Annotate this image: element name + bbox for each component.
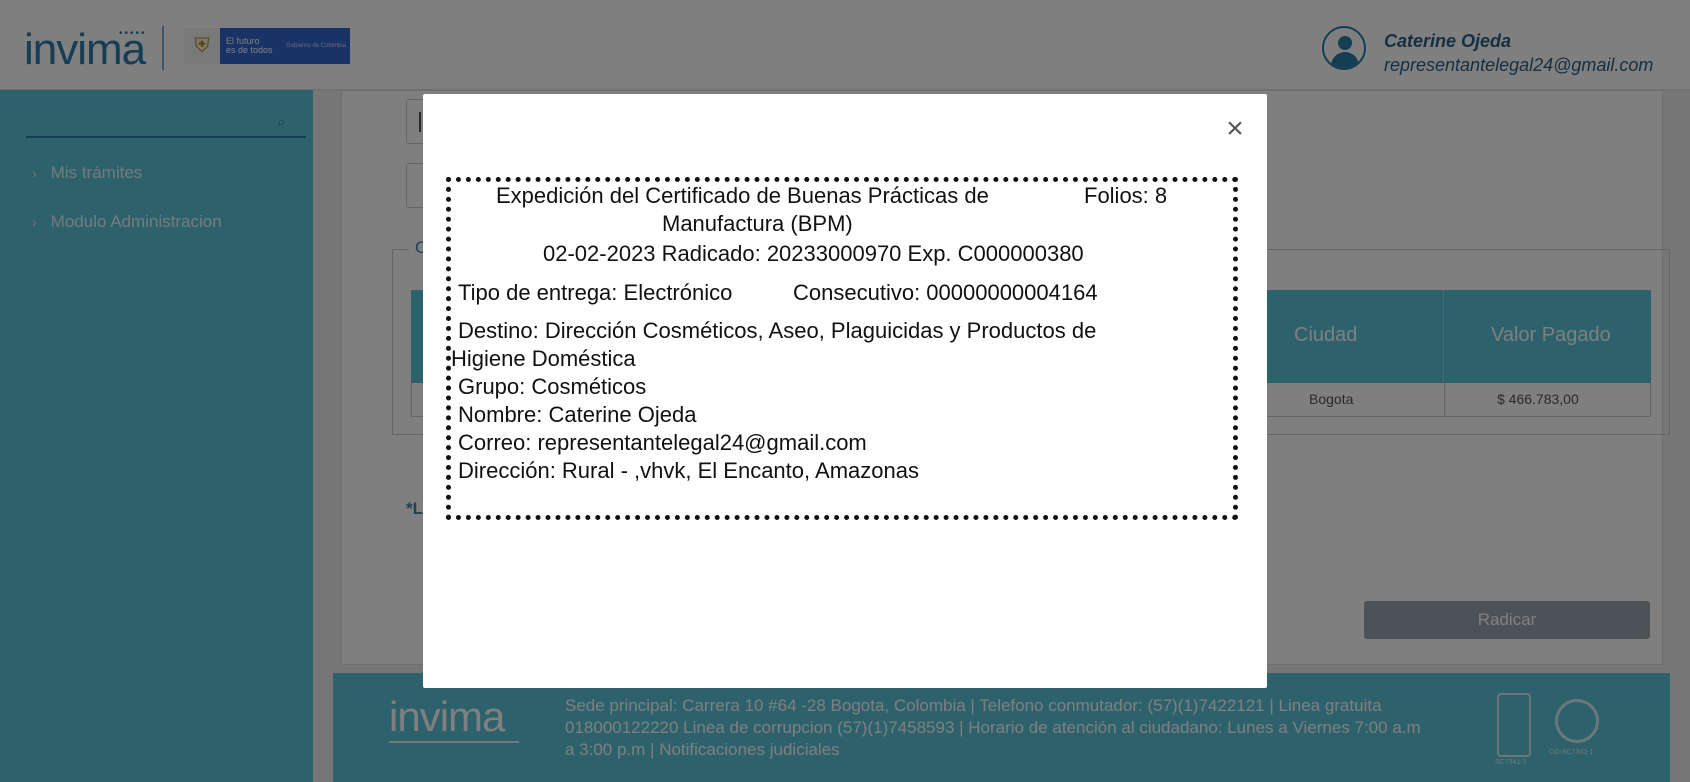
sticker-folios: Folios: 8 [1084,183,1168,208]
sticker-tipo-entrega: Tipo de entrega: Electrónico [458,280,733,305]
sticker-destino-line2: Higiene Doméstica [451,346,636,371]
sticker-nombre: Nombre: Caterine Ojeda [458,402,697,427]
sticker-direccion: Dirección: Rural - ,vhvk, El Encanto, Am… [458,458,919,483]
close-icon[interactable]: × [1220,114,1250,144]
sticker-grupo: Grupo: Cosméticos [458,374,647,399]
sticker-destino-line1: Destino: Dirección Cosméticos, Aseo, Pla… [458,318,1097,343]
sticker-title-line1: Expedición del Certificado de Buenas Prá… [496,183,989,208]
sticker-radicado: 02-02-2023 Radicado: 20233000970 Exp. C0… [543,241,1084,266]
sticker-correo: Correo: representantelegal24@gmail.com [458,430,867,455]
sticker-title-line2: Manufactura (BPM) [662,211,853,236]
sticker-consecutivo: Consecutivo: 00000000004164 [793,280,1098,305]
